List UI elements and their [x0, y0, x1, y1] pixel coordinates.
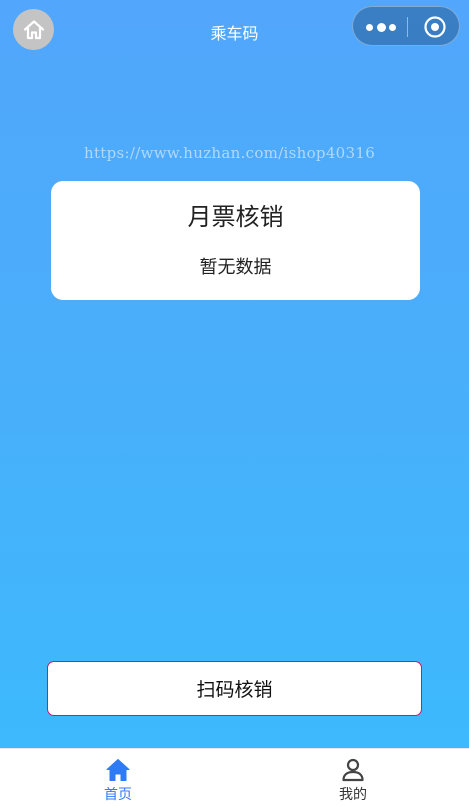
tab-home[interactable]: 首页 [58, 749, 178, 806]
home-icon [106, 759, 130, 781]
screen-background: 乘车码 https://www.huzhan.com/ishop40316 月票… [0, 0, 469, 748]
target-circle-icon[interactable] [423, 15, 447, 39]
monthly-ticket-card: 月票核销 暂无数据 [51, 181, 420, 300]
tab-mine[interactable]: 我的 [293, 749, 413, 806]
tab-mine-label: 我的 [339, 787, 367, 803]
user-icon [342, 758, 364, 782]
more-dots-icon[interactable] [366, 19, 396, 35]
watermark-text: https://www.huzhan.com/ishop40316 [84, 144, 376, 162]
empty-state-text: 暂无数据 [199, 257, 272, 278]
tab-home-label: 首页 [104, 787, 132, 803]
capsule-menu [352, 6, 460, 46]
scan-verify-button[interactable]: 扫码核销 [47, 661, 422, 716]
bottom-tab-bar: 首页 我的 [0, 748, 469, 806]
card-title: 月票核销 [187, 203, 284, 231]
capsule-divider [407, 17, 408, 37]
